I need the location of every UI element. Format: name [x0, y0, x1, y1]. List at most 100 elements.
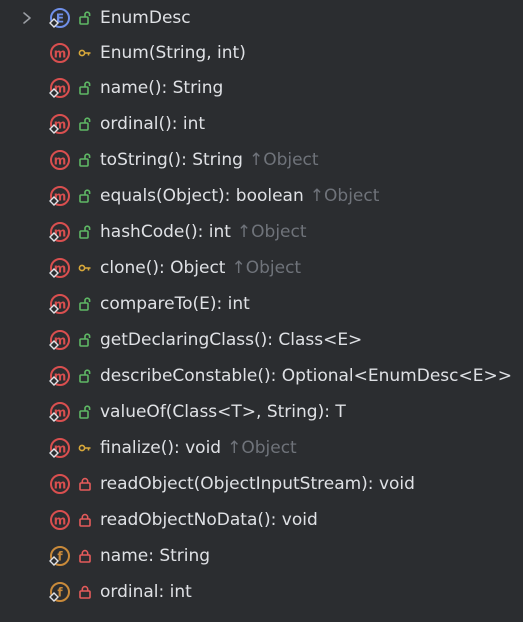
tree-item-label: finalize(): void ↑Object: [100, 430, 297, 466]
method-icon: m: [49, 113, 71, 135]
protected-key-icon: [78, 441, 92, 455]
public-lock-icon: [78, 405, 92, 419]
tree-item-row[interactable]: m finalize(): void ↑Object: [0, 430, 523, 466]
tree-item-label: readObject(ObjectInputStream): void: [100, 466, 415, 502]
up-arrow-icon: ↑: [227, 438, 242, 458]
field-icon: f: [49, 581, 71, 603]
tree-root-label: EnumDesc: [100, 8, 191, 28]
tree-item-label: Enum(String, int): [100, 35, 246, 71]
tree-item-row[interactable]: m Enum(String, int): [0, 35, 523, 70]
tree-item-row[interactable]: f name: String: [0, 538, 523, 574]
method-icon: m: [49, 329, 71, 351]
tree-item-label: valueOf(Class<T>, String): T: [100, 394, 346, 430]
tree-item-row[interactable]: m readObject(ObjectInputStream): void: [0, 466, 523, 502]
inherited-class-name: Object: [251, 222, 307, 242]
chevron-right-icon[interactable]: [19, 0, 35, 36]
member-signature: compareTo(E): int: [100, 294, 250, 314]
member-signature: ordinal(): int: [100, 114, 206, 134]
method-icon: m: [49, 509, 71, 531]
tree-item-row[interactable]: f ordinal: int: [0, 574, 523, 610]
field-icon: f: [49, 545, 71, 567]
tree-item-row[interactable]: m describeConstable(): Optional<EnumDesc<…: [0, 358, 523, 394]
public-lock-icon: [78, 333, 92, 347]
member-signature: hashCode(): int: [100, 222, 231, 242]
svg-text:m: m: [54, 514, 67, 528]
svg-text:m: m: [54, 478, 67, 492]
up-arrow-icon: ↑: [231, 258, 246, 278]
member-signature: Enum(String, int): [100, 43, 246, 63]
tree-item-label: hashCode(): int ↑Object: [100, 214, 307, 250]
member-signature: getDeclaringClass(): Class<E>: [100, 330, 363, 350]
tree-item-label: describeConstable(): Optional<EnumDesc<E…: [100, 358, 512, 394]
public-lock-icon: [78, 225, 92, 239]
tree-item-row[interactable]: m clone(): Object ↑Object: [0, 250, 523, 286]
tree-item-label: compareTo(E): int: [100, 286, 250, 322]
tree-item-row[interactable]: m hashCode(): int ↑Object: [0, 214, 523, 250]
tree-item-label: ordinal: int: [100, 574, 192, 610]
member-signature: readObject(ObjectInputStream): void: [100, 474, 415, 494]
tree-item-label: clone(): Object ↑Object: [100, 250, 301, 286]
tree-root-row[interactable]: E EnumDesc: [0, 0, 523, 35]
inherited-from: ↑Object: [237, 222, 307, 242]
protected-key-icon: [78, 261, 92, 275]
method-icon: m: [49, 149, 71, 171]
tree-item-row[interactable]: m readObjectNoData(): void: [0, 502, 523, 538]
protected-key-icon: [78, 46, 92, 60]
tree-item-row[interactable]: m equals(Object): boolean ↑Object: [0, 178, 523, 214]
member-signature: readObjectNoData(): void: [100, 510, 318, 530]
method-icon: m: [49, 401, 71, 423]
public-lock-icon: [78, 81, 92, 95]
method-icon: m: [49, 257, 71, 279]
tree-item-label: equals(Object): boolean ↑Object: [100, 178, 379, 214]
tree-item-label: name(): String: [100, 70, 223, 106]
up-arrow-icon: ↑: [248, 150, 264, 170]
method-icon: m: [49, 221, 71, 243]
up-arrow-icon: ↑: [309, 186, 325, 206]
public-lock-icon: [78, 117, 92, 131]
svg-text:m: m: [54, 47, 67, 61]
method-icon: m: [49, 365, 71, 387]
method-icon: m: [49, 473, 71, 495]
method-icon: m: [49, 185, 71, 207]
tree-item-row[interactable]: m toString(): String ↑Object: [0, 142, 523, 178]
private-lock-icon: [78, 513, 92, 527]
tree-item-row[interactable]: m valueOf(Class<T>, String): T: [0, 394, 523, 430]
enum-class-icon: E: [49, 7, 71, 29]
tree-item-row[interactable]: m name(): String: [0, 70, 523, 106]
member-signature: name(): String: [100, 78, 224, 98]
tree-item-label: ordinal(): int: [100, 106, 205, 142]
member-signature: equals(Object): boolean: [100, 186, 304, 206]
tree-item-label: readObjectNoData(): void: [100, 502, 318, 538]
member-signature: describeConstable(): Optional<EnumDesc<E…: [100, 366, 512, 386]
tree-item-row[interactable]: m getDeclaringClass(): Class<E>: [0, 322, 523, 358]
inherited-from: ↑Object: [310, 186, 380, 206]
inherited-class-name: Object: [245, 258, 302, 278]
public-lock-icon: [78, 369, 92, 383]
tree-item-label: getDeclaringClass(): Class<E>: [100, 322, 362, 358]
member-signature: clone(): Object: [100, 258, 226, 278]
member-signature: toString(): String: [100, 150, 243, 170]
method-icon: m: [49, 77, 71, 99]
method-icon: m: [49, 437, 71, 459]
inherited-class-name: Object: [241, 438, 297, 458]
private-lock-icon: [78, 549, 92, 563]
member-signature: valueOf(Class<T>, String): T: [100, 402, 346, 422]
inherited-from: ↑Object: [231, 258, 301, 278]
tree-item-row[interactable]: m compareTo(E): int: [0, 286, 523, 322]
inherited-class-name: Object: [263, 150, 319, 170]
public-lock-icon: [78, 297, 92, 311]
private-lock-icon: [78, 585, 92, 599]
member-signature: ordinal: int: [100, 582, 192, 602]
tree-item-row[interactable]: m ordinal(): int: [0, 106, 523, 142]
member-signature: finalize(): void: [100, 438, 222, 458]
private-lock-icon: [78, 477, 92, 491]
tree-item-label: toString(): String ↑Object: [100, 142, 319, 178]
inherited-from: ↑Object: [249, 150, 319, 170]
method-icon: m: [49, 293, 71, 315]
up-arrow-icon: ↑: [236, 222, 252, 242]
inherited-class-name: Object: [324, 186, 380, 206]
public-lock-icon: [78, 153, 92, 167]
structure-tree: E EnumDesc m Enum(String, int) m name(): St…: [0, 0, 523, 610]
public-lock-icon: [78, 11, 92, 25]
tree-item-label: name: String: [100, 538, 210, 574]
